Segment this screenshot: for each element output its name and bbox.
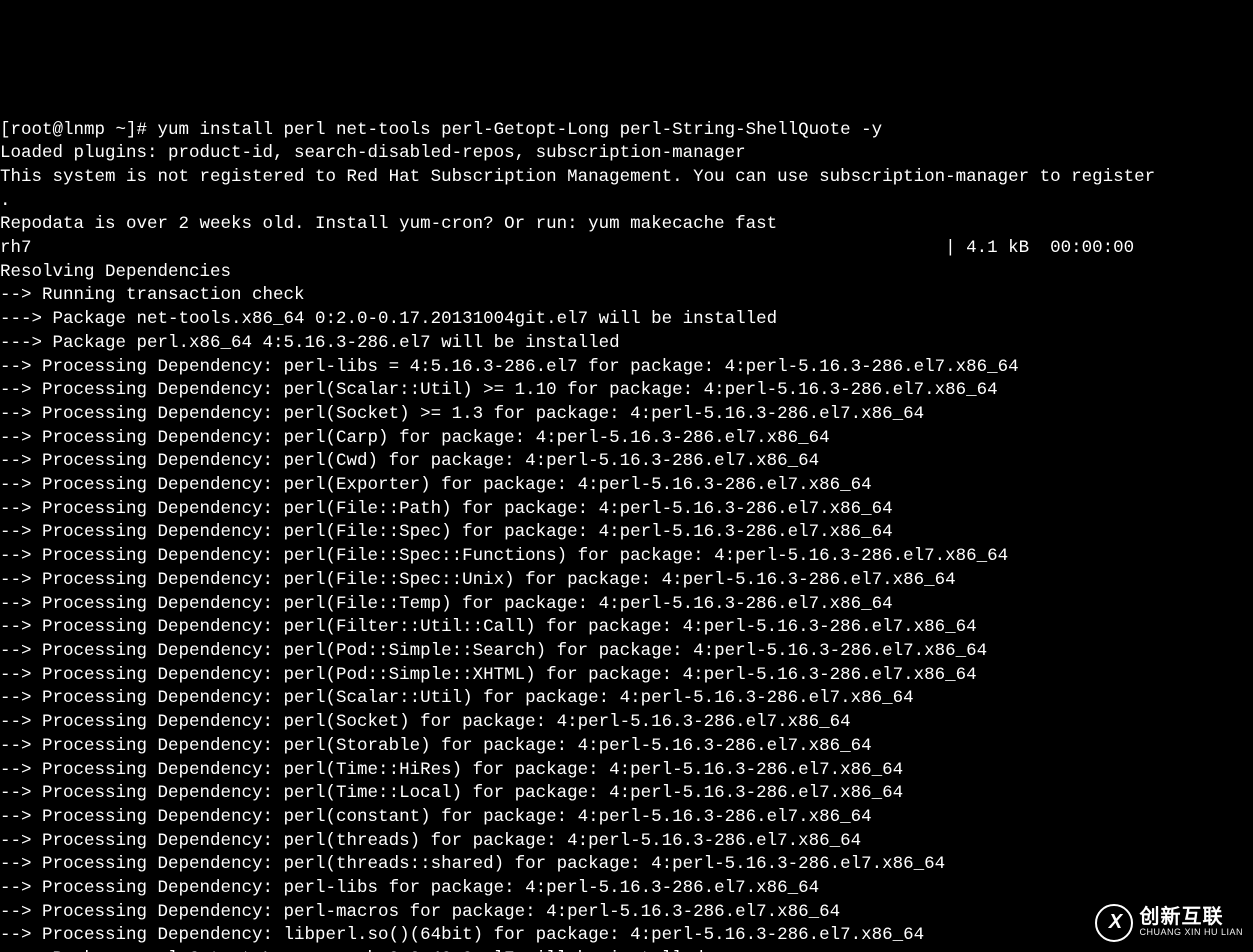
watermark: X 创新互联 CHUANG XIN HU LIAN — [1095, 904, 1243, 942]
terminal-line: Loaded plugins: product-id, search-disab… — [0, 142, 1253, 166]
terminal-line: --> Processing Dependency: perl-macros f… — [0, 901, 1253, 925]
terminal-line: --> Processing Dependency: perl(Exporter… — [0, 474, 1253, 498]
terminal-line: Repodata is over 2 weeks old. Install yu… — [0, 213, 1253, 237]
terminal-line: --> Processing Dependency: perl(constant… — [0, 806, 1253, 830]
terminal-line: . — [0, 190, 1253, 214]
terminal-line: --> Processing Dependency: perl(threads)… — [0, 830, 1253, 854]
terminal-line: --> Processing Dependency: perl(File::Sp… — [0, 521, 1253, 545]
watermark-logo-icon: X — [1095, 904, 1133, 942]
watermark-text: 创新互联 CHUANG XIN HU LIAN — [1139, 907, 1243, 937]
terminal-output[interactable]: [root@lnmp ~]# yum install perl net-tool… — [0, 119, 1253, 952]
terminal-line: --> Processing Dependency: perl(Carp) fo… — [0, 427, 1253, 451]
terminal-line: --> Processing Dependency: perl-libs for… — [0, 877, 1253, 901]
terminal-line: [root@lnmp ~]# yum install perl net-tool… — [0, 119, 1253, 143]
terminal-line: ---> Package net-tools.x86_64 0:2.0-0.17… — [0, 308, 1253, 332]
terminal-line: --> Processing Dependency: perl(Pod::Sim… — [0, 664, 1253, 688]
terminal-line: --> Processing Dependency: perl(File::Sp… — [0, 569, 1253, 593]
terminal-line: This system is not registered to Red Hat… — [0, 166, 1253, 190]
watermark-cn: 创新互联 — [1139, 907, 1243, 928]
terminal-line: --> Processing Dependency: perl(Socket) … — [0, 711, 1253, 735]
terminal-line: --> Processing Dependency: perl(Socket) … — [0, 403, 1253, 427]
watermark-en: CHUANG XIN HU LIAN — [1139, 928, 1243, 937]
terminal-line: --> Processing Dependency: perl(Scalar::… — [0, 379, 1253, 403]
terminal-line: --> Processing Dependency: perl(Pod::Sim… — [0, 640, 1253, 664]
terminal-line: --> Processing Dependency: perl(File::Te… — [0, 593, 1253, 617]
terminal-line: rh7 | 4.1 kB 00:00:00 — [0, 237, 1253, 261]
terminal-line: --> Processing Dependency: perl(Time::Hi… — [0, 759, 1253, 783]
watermark-logo-text: X — [1109, 911, 1120, 935]
terminal-line: --> Running transaction check — [0, 284, 1253, 308]
terminal-line: Resolving Dependencies — [0, 261, 1253, 285]
terminal-line: --> Processing Dependency: perl(Filter::… — [0, 616, 1253, 640]
terminal-line: --> Processing Dependency: perl-libs = 4… — [0, 356, 1253, 380]
terminal-line: --> Processing Dependency: perl(Storable… — [0, 735, 1253, 759]
terminal-line: --> Processing Dependency: perl(Time::Lo… — [0, 782, 1253, 806]
terminal-line: ---> Package perl-Getopt-Long.noarch 0:2… — [0, 948, 1253, 952]
terminal-line: ---> Package perl.x86_64 4:5.16.3-286.el… — [0, 332, 1253, 356]
terminal-line: --> Processing Dependency: perl(threads:… — [0, 853, 1253, 877]
terminal-line: --> Processing Dependency: perl(Cwd) for… — [0, 450, 1253, 474]
terminal-line: --> Processing Dependency: perl(Scalar::… — [0, 687, 1253, 711]
terminal-line: --> Processing Dependency: perl(File::Pa… — [0, 498, 1253, 522]
terminal-line: --> Processing Dependency: perl(File::Sp… — [0, 545, 1253, 569]
